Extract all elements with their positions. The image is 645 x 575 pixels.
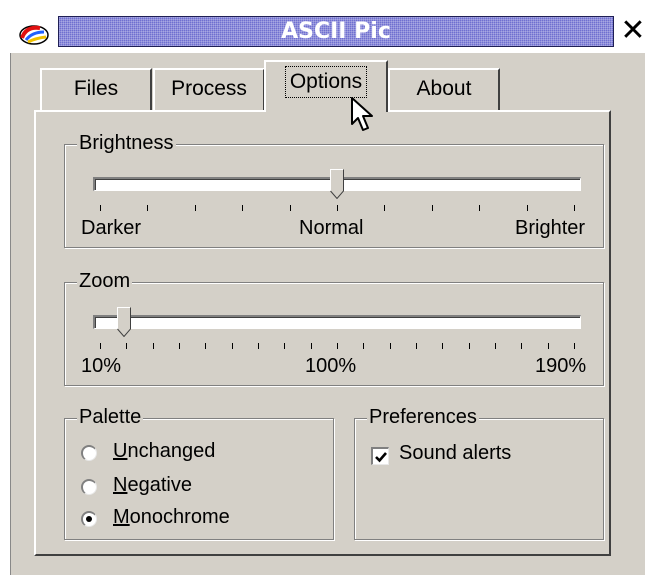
tick-mark (384, 205, 386, 211)
tab-about-label: About (416, 77, 472, 100)
tick-mark (231, 343, 233, 349)
paint-palette-icon[interactable] (18, 22, 52, 46)
tick-mark (363, 343, 365, 349)
brightness-max-label: Brighter (515, 217, 586, 239)
sound-alerts-label: Sound alerts (399, 442, 512, 464)
tick-mark (479, 205, 481, 211)
close-icon[interactable]: ✕ (620, 14, 645, 48)
tick-mark (574, 343, 575, 349)
zoom-group: Zoom 10% 100% 190% (64, 269, 604, 386)
options-panel: Brightness Darker Normal Brighter Zoom 1… (34, 110, 611, 556)
tick-mark (258, 343, 259, 349)
tick-mark (547, 343, 549, 349)
window-title: ASCII Pic (281, 19, 391, 44)
tick-mark (521, 343, 523, 349)
tick-mark (574, 205, 575, 211)
radio-unchanged-label: nchanged (127, 440, 216, 462)
radio-monochrome-accesskey: M (113, 506, 130, 528)
title-bar[interactable]: ASCII Pic (58, 16, 614, 47)
tick-mark (100, 343, 101, 349)
tick-mark (389, 343, 391, 349)
zoom-slider-thumb[interactable] (116, 307, 131, 337)
tick-mark (126, 343, 128, 349)
tick-mark (337, 343, 338, 349)
zoom-title: Zoom (77, 269, 133, 293)
tick-mark (205, 343, 207, 349)
zoom-mid-label: 100% (305, 355, 357, 377)
brightness-title: Brightness (77, 131, 176, 155)
radio-monochrome-label: onochrome (129, 506, 230, 528)
zoom-max-label: 190% (535, 355, 587, 377)
radio-negative-accesskey: N (113, 474, 128, 496)
tick-mark (431, 205, 433, 211)
tick-mark (152, 343, 154, 349)
preferences-title: Preferences (367, 405, 479, 429)
tab-options-label: Options (284, 66, 368, 98)
preferences-group: Preferences Sound alerts (354, 405, 604, 540)
zoom-min-label: 10% (81, 355, 122, 377)
tick-mark (179, 343, 180, 349)
tick-mark (284, 343, 286, 349)
palette-title: Palette (77, 405, 144, 429)
tab-process-label: Process (171, 77, 247, 100)
zoom-slider-track[interactable] (93, 315, 581, 329)
palette-group: Palette Unchanged Negative Monochrome (64, 405, 334, 540)
radio-negative-button[interactable] (81, 479, 97, 495)
tick-mark (147, 205, 149, 211)
mouse-pointer-icon (351, 97, 373, 131)
tick-mark (100, 205, 101, 211)
tick-mark (526, 205, 528, 211)
tab-about[interactable]: About (388, 68, 500, 110)
brightness-min-label: Darker (81, 217, 142, 239)
brightness-mid-label: Normal (299, 217, 364, 239)
tab-files-label: Files (73, 77, 119, 100)
radio-negative-label: egative (127, 474, 192, 496)
tab-files[interactable]: Files (40, 68, 152, 110)
check-mark-icon (375, 452, 387, 463)
tick-mark (310, 343, 312, 349)
radio-unchanged-button[interactable] (81, 445, 97, 461)
tick-mark (289, 205, 291, 211)
brightness-slider-thumb[interactable] (330, 169, 344, 199)
tick-mark (242, 205, 244, 211)
tick-mark (337, 205, 338, 211)
tick-mark (495, 343, 496, 349)
radio-monochrome-button[interactable] (81, 511, 97, 527)
tab-process[interactable]: Process (153, 68, 265, 110)
tick-mark (442, 343, 444, 349)
brightness-group: Brightness Darker Normal Brighter (64, 131, 604, 248)
radio-unchanged-accesskey: U (113, 440, 128, 462)
tick-mark (194, 205, 196, 211)
sound-alerts-checkbox[interactable] (371, 447, 389, 465)
tick-mark (416, 343, 417, 349)
tick-mark (468, 343, 470, 349)
